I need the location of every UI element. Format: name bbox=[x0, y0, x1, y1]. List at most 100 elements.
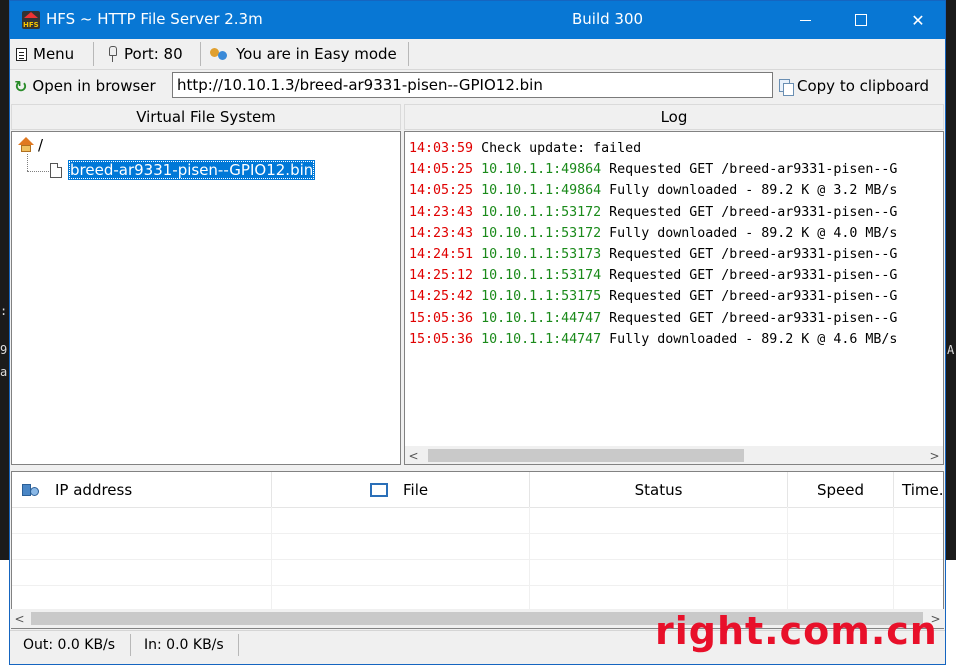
log-message: Requested GET /breed-ar9331-pisen--G bbox=[609, 310, 898, 326]
log-address: 10.10.1.1:53172 bbox=[481, 225, 602, 241]
close-button[interactable]: ✕ bbox=[895, 1, 941, 39]
mode-button[interactable]: You are in Easy mode bbox=[210, 43, 397, 65]
watermark-logo: right.com.cn bbox=[655, 609, 938, 653]
maximize-icon bbox=[855, 14, 867, 26]
log-entry: 14:23:43 10.10.1.1:53172 Fully downloade… bbox=[409, 223, 897, 244]
log-time: 14:24:51 bbox=[409, 247, 474, 263]
open-browser-icon: ↻ bbox=[14, 76, 28, 96]
menu-separator bbox=[408, 42, 409, 66]
mode-label: You are in Easy mode bbox=[236, 45, 397, 63]
tree-connector bbox=[27, 154, 28, 171]
tree-connector bbox=[27, 171, 49, 172]
log-address: 10.10.1.1:44747 bbox=[481, 310, 602, 326]
log-address: 10.10.1.1:53172 bbox=[481, 204, 602, 220]
log-entry: 14:05:25 10.10.1.1:49864 Requested GET /… bbox=[409, 159, 897, 180]
menu-separator bbox=[93, 42, 94, 66]
minimize-icon bbox=[799, 19, 811, 21]
scroll-left-arrow[interactable]: < bbox=[405, 446, 422, 464]
log-message: Fully downloaded - 89.2 K @ 4.0 MB/s bbox=[609, 225, 898, 241]
scroll-left-arrow[interactable]: < bbox=[11, 609, 28, 628]
log-time: 14:23:43 bbox=[409, 204, 474, 220]
menu-icon bbox=[16, 47, 27, 61]
tree-file-node[interactable]: breed-ar9331-pisen--GPIO12.bin bbox=[50, 160, 316, 180]
log-time: 15:05:36 bbox=[409, 310, 474, 326]
log-address: 10.10.1.1:53173 bbox=[481, 247, 602, 263]
file-icon bbox=[50, 162, 62, 178]
column-status-label: Status bbox=[634, 480, 683, 499]
log-entry: 14:03:59 Check update: failed bbox=[409, 138, 897, 159]
menu-label: Menu bbox=[33, 45, 75, 63]
column-speed-label: Speed bbox=[816, 480, 865, 499]
title-bar[interactable]: HFS HFS ~ HTTP File Server 2.3m Build 30… bbox=[10, 1, 945, 39]
vfs-header: Virtual File System bbox=[11, 104, 401, 130]
menu-button[interactable]: Menu bbox=[16, 43, 74, 65]
status-in-speed: In: 0.0 KB/s bbox=[144, 637, 224, 653]
copy-icon bbox=[779, 78, 794, 96]
log-entry: 15:05:36 10.10.1.1:44747 Requested GET /… bbox=[409, 308, 897, 329]
log-message: Requested GET /breed-ar9331-pisen--G bbox=[609, 268, 898, 284]
desktop-fragment: 9 bbox=[0, 343, 8, 357]
column-time[interactable]: Time.. bbox=[894, 472, 943, 507]
grid-line bbox=[529, 507, 530, 611]
log-message: Requested GET /breed-ar9331-pisen--G bbox=[609, 247, 898, 263]
status-separator bbox=[130, 634, 131, 656]
log-address: 10.10.1.1:44747 bbox=[481, 331, 602, 347]
log-message: Check update: failed bbox=[481, 141, 642, 156]
build-label: Build 300 bbox=[572, 10, 644, 28]
log-time: 14:05:25 bbox=[409, 183, 474, 199]
copy-to-clipboard-button[interactable]: Copy to clipboard bbox=[779, 74, 929, 98]
tree-root-label: / bbox=[38, 136, 44, 154]
connection-row bbox=[12, 533, 943, 560]
column-status[interactable]: Status bbox=[530, 472, 788, 507]
window-title: HFS ~ HTTP File Server 2.3m bbox=[46, 10, 263, 28]
hfs-app-icon[interactable]: HFS bbox=[22, 11, 40, 29]
log-address: 10.10.1.1:53174 bbox=[481, 268, 602, 284]
window-icon bbox=[370, 482, 388, 497]
log-message: Requested GET /breed-ar9331-pisen--G bbox=[609, 162, 898, 178]
maximize-button[interactable] bbox=[838, 1, 884, 39]
log-time: 14:23:43 bbox=[409, 225, 474, 241]
column-speed[interactable]: Speed bbox=[788, 472, 894, 507]
connection-row bbox=[12, 559, 943, 586]
virtual-file-system-tree[interactable]: / breed-ar9331-pisen--GPIO12.bin bbox=[11, 131, 401, 465]
connection-row bbox=[12, 585, 943, 612]
log-entry: 14:24:51 10.10.1.1:53173 Requested GET /… bbox=[409, 244, 897, 265]
log-time: 14:25:42 bbox=[409, 289, 474, 305]
menu-bar: Menu Port: 80 You are in Easy mode bbox=[10, 39, 945, 70]
network-icon bbox=[22, 482, 40, 498]
column-time-label: Time.. bbox=[902, 480, 944, 499]
log-lines: 14:03:59 Check update: failed 14:05:25 10… bbox=[409, 138, 897, 350]
column-ip-address[interactable]: IP address bbox=[12, 472, 272, 507]
scroll-right-arrow[interactable]: > bbox=[926, 446, 943, 464]
open-in-browser-label: Open in browser bbox=[32, 77, 156, 95]
connections-list[interactable]: IP address File Status Speed Time.. bbox=[11, 471, 944, 629]
open-in-browser-button[interactable]: ↻ Open in browser bbox=[14, 74, 156, 98]
column-ip-label: IP address bbox=[55, 480, 133, 499]
url-field[interactable] bbox=[172, 72, 773, 98]
log-entry: 14:25:12 10.10.1.1:53174 Requested GET /… bbox=[409, 265, 897, 286]
log-panel[interactable]: 14:03:59 Check update: failed 14:05:25 10… bbox=[404, 131, 944, 465]
log-entry: 15:05:36 10.10.1.1:44747 Fully downloade… bbox=[409, 329, 897, 350]
column-file[interactable]: File bbox=[272, 472, 530, 507]
connections-header: IP address File Status Speed Time.. bbox=[12, 472, 943, 508]
menu-separator bbox=[200, 42, 201, 66]
scroll-thumb[interactable] bbox=[428, 449, 744, 462]
grid-line bbox=[893, 507, 894, 611]
copy-label: Copy to clipboard bbox=[797, 77, 930, 95]
log-message: Requested GET /breed-ar9331-pisen--G bbox=[609, 289, 898, 305]
log-message: Fully downloaded - 89.2 K @ 4.6 MB/s bbox=[609, 331, 898, 347]
home-icon bbox=[18, 137, 34, 153]
url-bar: ↻ Open in browser Copy to clipboard bbox=[10, 70, 945, 100]
log-horizontal-scrollbar[interactable]: < > bbox=[405, 446, 943, 464]
status-separator bbox=[238, 634, 239, 656]
minimize-button[interactable] bbox=[782, 1, 828, 39]
log-time: 15:05:36 bbox=[409, 331, 474, 347]
log-message: Requested GET /breed-ar9331-pisen--G bbox=[609, 204, 898, 220]
grid-line bbox=[271, 507, 272, 611]
log-entry: 14:25:42 10.10.1.1:53175 Requested GET /… bbox=[409, 286, 897, 307]
port-button[interactable]: Port: 80 bbox=[108, 43, 183, 65]
desktop-fragment: a bbox=[0, 365, 8, 379]
status-out-speed: Out: 0.0 KB/s bbox=[23, 637, 116, 653]
tree-root-node[interactable]: / bbox=[18, 136, 43, 154]
log-entry: 14:23:43 10.10.1.1:53172 Requested GET /… bbox=[409, 202, 897, 223]
